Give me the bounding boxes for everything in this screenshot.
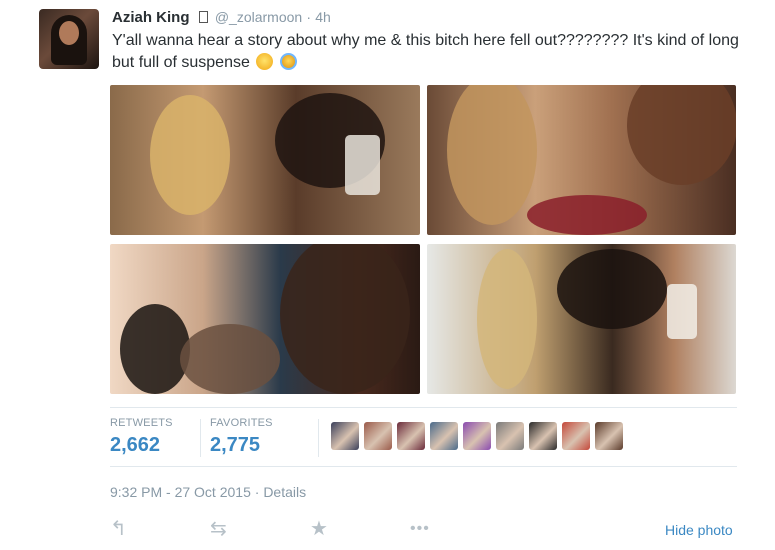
user-handle[interactable]: @_zolarmoon [215, 9, 302, 25]
favoriter-avatar[interactable] [331, 422, 359, 450]
laughing-emoji-icon [256, 53, 274, 70]
favoriter-avatar[interactable] [364, 422, 392, 450]
favorites-stat[interactable]: FAVORITES 2,775 [210, 417, 273, 457]
tweet-header: Aziah King @_zolarmoon · 4h [112, 9, 331, 29]
photo-4[interactable] [427, 244, 736, 394]
stats-divider-bottom [110, 466, 737, 467]
stat-separator [200, 419, 201, 457]
avatar-face [59, 21, 79, 45]
retweet-icon[interactable]: ⇆ [210, 518, 227, 540]
crying-emoji-icon [279, 53, 297, 70]
retweets-stat[interactable]: RETWEETS 2,662 [110, 417, 173, 457]
relative-time[interactable]: 4h [315, 9, 331, 25]
display-name[interactable]: Aziah King [112, 9, 190, 26]
star-icon[interactable]: ★ [310, 518, 328, 540]
photo-3[interactable] [110, 244, 420, 394]
favoriter-avatar[interactable] [463, 422, 491, 450]
favoriter-avatar[interactable] [430, 422, 458, 450]
tweet: Aziah King @_zolarmoon · 4h Y'all wanna … [0, 0, 775, 550]
favoriter-avatar[interactable] [397, 422, 425, 450]
retweets-label: RETWEETS [110, 417, 173, 429]
tweet-text-content: Y'all wanna hear a story about why me & … [112, 32, 739, 71]
favoriter-avatar[interactable] [529, 422, 557, 450]
favoriter-avatar[interactable] [496, 422, 524, 450]
photo-2[interactable] [427, 85, 736, 235]
retweets-count: 2,662 [110, 434, 161, 456]
favorites-label: FAVORITES [210, 417, 273, 429]
timestamp-separator: · [254, 484, 260, 500]
stats-divider-top [110, 407, 737, 408]
favoriter-avatars [331, 422, 623, 452]
favorites-count: 2,775 [210, 434, 261, 456]
photo-1[interactable] [110, 85, 420, 235]
reply-icon[interactable]: ↰ [110, 518, 127, 540]
header-separator: · [306, 9, 312, 25]
verified-icon [198, 11, 208, 23]
stat-separator [318, 419, 319, 457]
favoriter-avatar[interactable] [595, 422, 623, 450]
favoriter-avatar[interactable] [562, 422, 590, 450]
timestamp-text[interactable]: 9:32 PM - 27 Oct 2015 [110, 484, 251, 500]
hide-photo-link[interactable]: Hide photo [665, 522, 733, 538]
avatar[interactable] [39, 9, 99, 69]
details-link[interactable]: Details [263, 484, 306, 500]
more-dots-icon[interactable]: ••• [410, 518, 430, 540]
tweet-text: Y'all wanna hear a story about why me & … [112, 30, 752, 74]
tweet-timestamp: 9:32 PM - 27 Oct 2015 · Details [110, 484, 306, 500]
